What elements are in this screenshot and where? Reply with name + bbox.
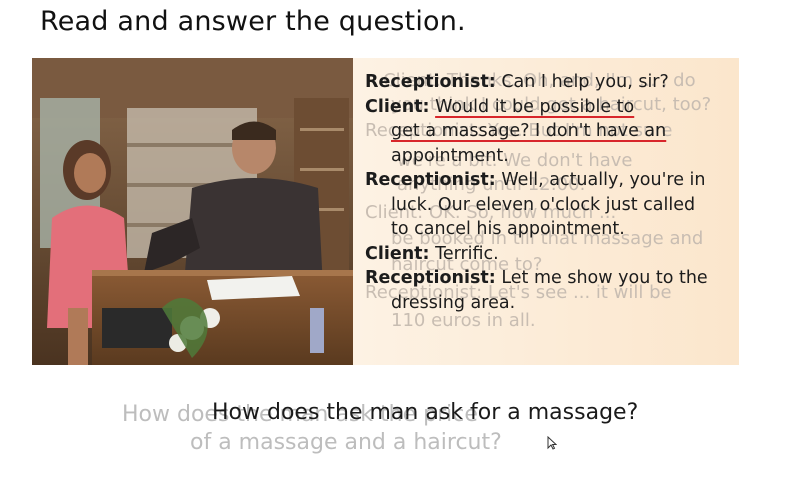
dialogue-line: Client: Terrific. [365,242,737,267]
dialogue-text: Well, actually, you're in [501,170,706,190]
dialogue-line: luck. Our eleven o'clock just called [365,193,737,218]
dialogue-line: dressing area. [365,291,737,316]
dialogue-line: Receptionist: Well, actually, you're in [365,168,737,193]
dialogue-text: luck. Our eleven o'clock just called [391,194,696,215]
dialogue-text: to cancel his appointment. [391,219,625,239]
dialogue-line: Receptionist: Let me show you to the [365,266,737,291]
question-ghost: of a massage and a haircut? [190,430,502,455]
page-heading: Read and answer the question. [40,6,466,37]
highlighted-text: Would it be possible to [435,96,635,117]
dialogue-panel: Client: Thanks. Oh, and, I'm ... , do yo… [353,58,739,365]
dialogue-line: get a massage? I don't have an [365,119,737,144]
dialogue-text: dressing area. [391,292,516,313]
speaker-label: Receptionist: [365,72,496,92]
dialogue-text: appointment. [391,145,509,166]
dialogue-text: Can I help you, sir? [501,72,669,92]
dialogue-line: appointment. [365,144,737,169]
question-text: How does the man ask for a massage? [212,400,639,425]
dialogue-text: Let me show you to the [501,268,708,288]
speaker-label: Receptionist: [365,268,496,288]
salon-photo [32,58,353,365]
highlighted-text: get a massage? I don't have an [391,121,667,141]
dialogue-line: Client: Would it be possible to [365,95,737,120]
dialogue-text: Terrific. [435,243,499,264]
dialogue-line: Receptionist: Can I help you, sir? [365,70,737,95]
speaker-label: Client: [365,96,430,117]
dialogue-line: to cancel his appointment. [365,217,737,242]
mouse-cursor-icon [547,436,557,450]
speaker-label: Client: [365,243,430,264]
speaker-label: Receptionist: [365,170,496,190]
dialogue-lines: Receptionist: Can I help you, sir? Clien… [365,70,737,315]
